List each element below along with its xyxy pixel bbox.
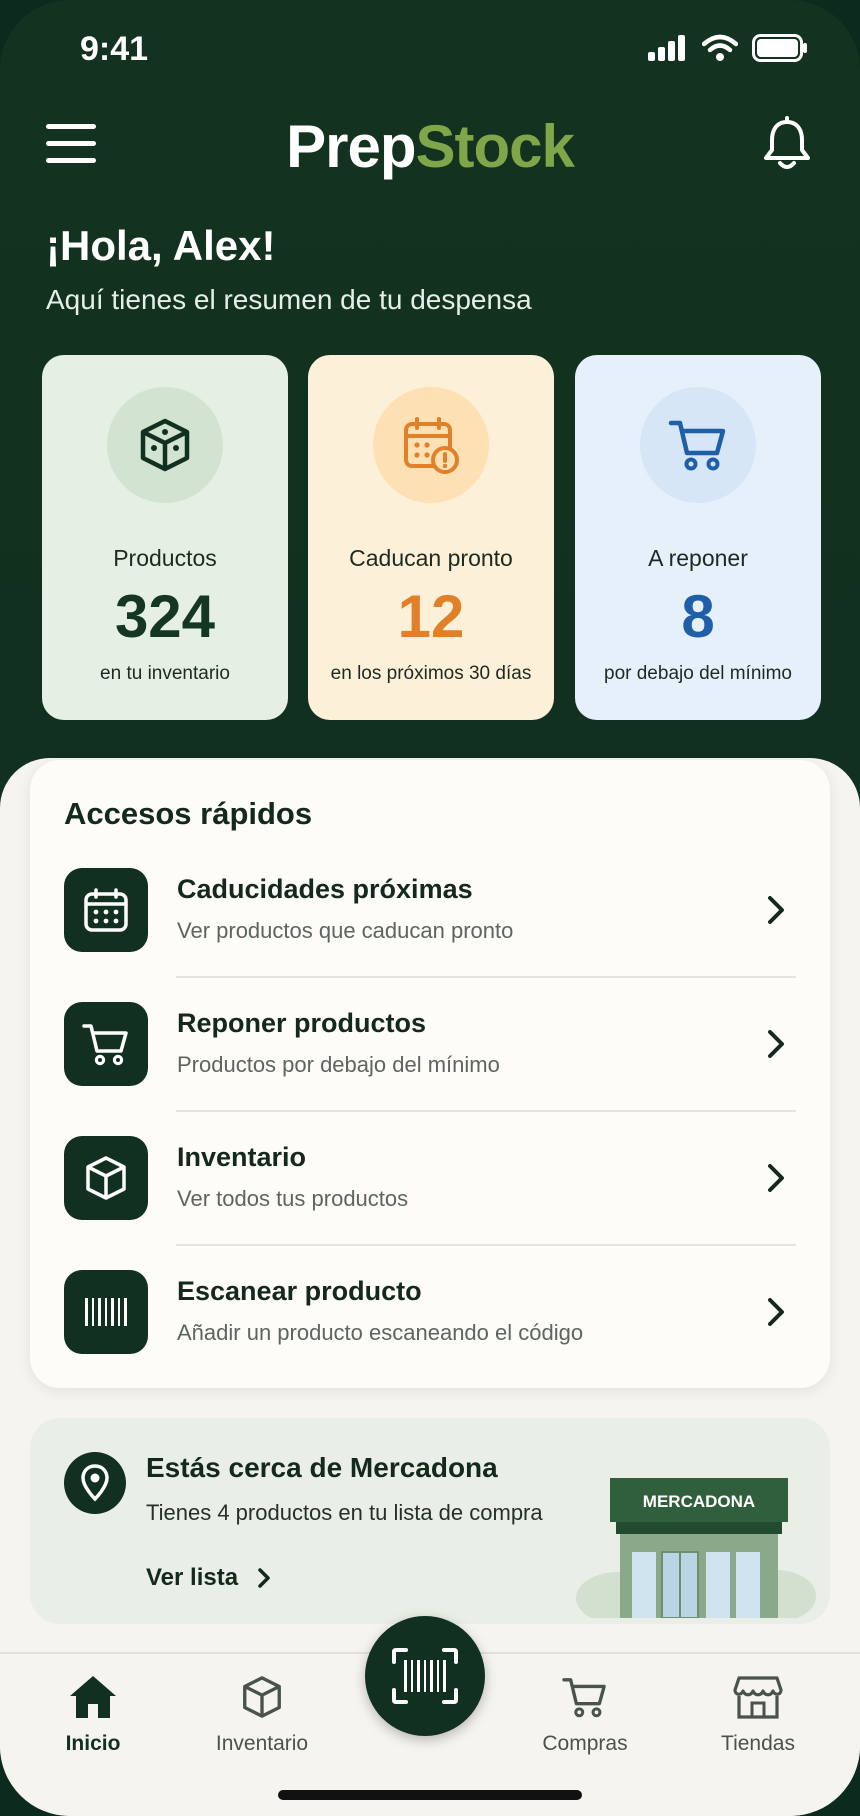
stat-label: A reponer [648, 545, 748, 571]
chevron-right-icon [768, 896, 784, 924]
chevron-right-icon [258, 1568, 270, 1588]
tab-label: Inicio [65, 1732, 121, 1755]
divider [176, 976, 796, 978]
app-header: PrepStock [0, 110, 860, 190]
location-pin-icon [64, 1452, 126, 1514]
qa-icon-box [64, 868, 148, 952]
stat-label: Caducan pronto [349, 545, 513, 571]
home-icon [70, 1676, 116, 1718]
stat-caption: en tu inventario [100, 663, 230, 684]
qa-title: Inventario [177, 1142, 307, 1172]
store-sign-text: MERCADONA [643, 1492, 755, 1511]
nearby-store-title: Estás cerca de Mercadona [146, 1452, 498, 1483]
view-list-link[interactable]: Ver lista [146, 1564, 272, 1592]
stat-label: Productos [113, 545, 217, 571]
stat-card-products[interactable]: Productos 324 en tu inventario [42, 355, 288, 720]
stat-icon-circle [107, 387, 223, 503]
quick-access-card: Accesos rápidos Caducidades próximas Ver… [30, 760, 830, 1388]
store-illustration: MERCADONA [576, 1478, 816, 1618]
store-icon [733, 1676, 783, 1719]
qa-subtitle: Ver productos que caducan pronto [177, 918, 514, 943]
battery-icon [752, 34, 807, 62]
tab-shopping[interactable]: Compras [510, 1670, 660, 1756]
box-icon [140, 418, 190, 472]
stat-value: 12 [397, 583, 465, 650]
bell-icon [764, 116, 810, 169]
tab-label: Inventario [215, 1732, 309, 1755]
scan-button[interactable] [365, 1616, 485, 1736]
chevron-right-icon [768, 1298, 784, 1326]
status-bar: 9:41 [0, 0, 860, 100]
cart-icon [668, 420, 726, 471]
qa-icon-box [64, 1002, 148, 1086]
divider [176, 1244, 796, 1246]
greeting-title: ¡Hola, Alex! [46, 222, 276, 269]
stat-value: 8 [681, 583, 715, 650]
barcode-icon [85, 1298, 127, 1326]
qa-subtitle: Añadir un producto escaneando el código [177, 1320, 584, 1345]
stat-icon-circle [373, 387, 489, 503]
qa-title: Caducidades próximas [177, 874, 473, 904]
view-list-label: Ver lista [146, 1564, 239, 1591]
tab-label: Tiendas [721, 1732, 795, 1755]
quick-access-inventory[interactable]: Inventario Ver todos tus productos [30, 1136, 830, 1270]
stat-card-restock[interactable]: A reponer 8 por debajo del mínimo [575, 355, 821, 720]
tab-home[interactable]: Inicio [18, 1670, 168, 1756]
stat-icon-circle [640, 387, 756, 503]
quick-access-title: Accesos rápidos [64, 796, 313, 831]
tab-label: Compras [542, 1732, 628, 1755]
status-time: 9:41 [80, 30, 149, 68]
tab-stores[interactable]: Tiendas [683, 1670, 833, 1756]
qa-icon-box [64, 1136, 148, 1220]
qa-title: Reponer productos [177, 1008, 427, 1038]
nearby-store-card[interactable]: Estás cerca de Mercadona Tienes 4 produc… [30, 1418, 830, 1624]
nearby-store-subtitle: Tienes 4 productos en tu lista de compra [146, 1500, 543, 1525]
notifications-button[interactable] [762, 116, 812, 172]
greeting-subtitle: Aquí tienes el resumen de tu despensa [46, 284, 532, 315]
barcode-scan-icon [392, 1648, 458, 1704]
quick-access-restock[interactable]: Reponer productos Productos por debajo d… [30, 1002, 830, 1136]
qa-subtitle: Productos por debajo del mínimo [177, 1052, 500, 1077]
status-icons [648, 34, 808, 62]
qa-title: Escanear producto [177, 1276, 422, 1306]
wifi-icon [702, 34, 738, 61]
stat-caption: en los próximos 30 días [330, 663, 532, 684]
calendar-warning-icon [404, 417, 459, 474]
stat-caption: por debajo del mínimo [604, 663, 792, 684]
box-icon [86, 1156, 126, 1200]
chevron-right-icon [768, 1164, 784, 1192]
cart-icon [562, 1678, 606, 1718]
quick-access-scan[interactable]: Escanear producto Añadir un producto esc… [30, 1270, 830, 1404]
logo-part-2: Stock [415, 113, 575, 180]
stat-value: 324 [114, 583, 216, 650]
logo-part-1: Prep [286, 113, 416, 180]
tab-inventory[interactable]: Inventario [187, 1670, 337, 1756]
signal-icon [648, 35, 685, 61]
quick-access-expiring[interactable]: Caducidades próximas Ver productos que c… [30, 868, 830, 1002]
stat-card-expiring[interactable]: Caducan pronto 12 en los próximos 30 día… [308, 355, 554, 720]
box-icon [243, 1676, 281, 1718]
app-logo: PrepStock [0, 112, 860, 181]
app-screen: 9:41 PrepStock ¡Hola, Alex! Aquí tienes … [0, 0, 860, 1816]
cart-icon [82, 1024, 128, 1066]
qa-icon-box [64, 1270, 148, 1354]
divider [176, 1110, 796, 1112]
calendar-icon [84, 888, 128, 932]
home-indicator [278, 1790, 582, 1800]
chevron-right-icon [768, 1030, 784, 1058]
qa-subtitle: Ver todos tus productos [177, 1186, 409, 1211]
